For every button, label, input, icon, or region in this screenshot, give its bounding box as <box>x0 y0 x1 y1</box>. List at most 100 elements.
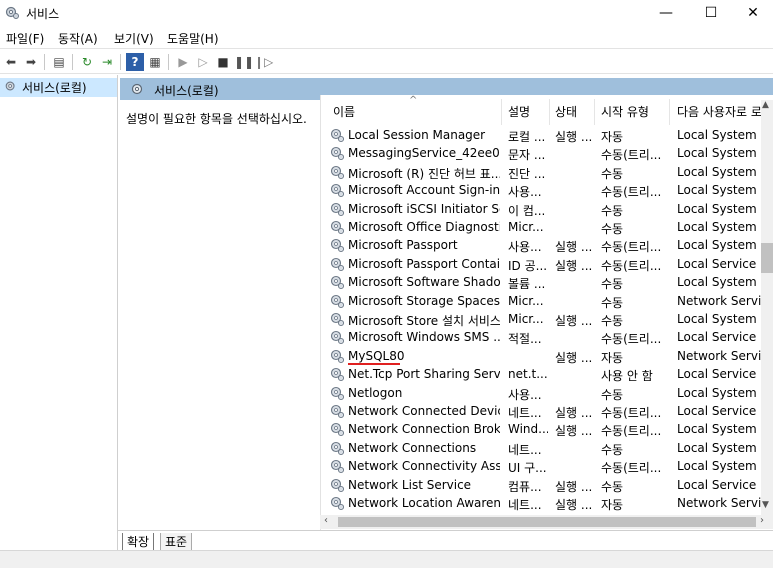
tab-standard[interactable]: 표준 <box>160 533 193 551</box>
service-startup-type: 수동(트리... <box>601 461 662 476</box>
service-row[interactable]: Network Connection Broker Wind... 실행 ... 수동… <box>321 420 761 438</box>
service-log-on-as: Local System <box>677 164 757 179</box>
window-title: 서비스 <box>26 7 60 21</box>
service-row[interactable]: Local Session Manager 로컬 ... 실행 ... 자동 Local… <box>321 126 761 144</box>
tab-extended[interactable]: 확장 <box>122 533 155 551</box>
service-gear-icon <box>330 331 345 345</box>
restart-service-icon[interactable]: ❙▷ <box>254 53 273 71</box>
service-startup-type: 수동(트리... <box>601 258 662 273</box>
scroll-down-icon[interactable]: ▼ <box>762 500 769 510</box>
minimize-button[interactable]: — <box>643 0 689 26</box>
service-name: Microsoft Store 설치 서비스 <box>348 314 500 328</box>
service-name: Netlogon <box>348 385 403 400</box>
service-row[interactable]: Microsoft Store 설치 서비스 Micr... 실행 ... 수동 Loc… <box>321 310 761 328</box>
service-gear-icon <box>330 239 345 253</box>
service-description: 이 컴... <box>508 203 546 218</box>
service-log-on-as: Local System <box>677 422 757 437</box>
service-log-on-as: Network Service <box>677 293 763 308</box>
service-row[interactable]: Network Connections 네트... 수동 Local System <box>321 439 761 457</box>
close-button[interactable]: ✕ <box>730 0 773 26</box>
services-gear-icon <box>131 83 143 95</box>
scroll-right-icon[interactable]: › <box>760 515 764 526</box>
horizontal-scrollbar[interactable]: ‹ › <box>320 515 773 529</box>
service-row[interactable]: Microsoft Software Shado... 볼륨 ... 수동 Local… <box>321 273 761 291</box>
column-separator[interactable] <box>549 99 550 125</box>
service-startup-type: 자동 <box>601 350 624 365</box>
service-gear-icon <box>330 441 345 455</box>
service-log-on-as: Local System <box>677 183 757 198</box>
service-name: Network Connected Device... <box>348 404 500 418</box>
export-list-icon[interactable]: ⇥ <box>98 53 116 71</box>
column-header-status[interactable]: 상태 <box>555 97 577 127</box>
service-row[interactable]: Netlogon 사용... 수동 Local System <box>321 384 761 402</box>
menu-action[interactable]: 동작(A) <box>58 30 98 47</box>
start-service-icon[interactable]: ▶ <box>174 53 192 71</box>
column-separator[interactable] <box>669 99 670 125</box>
tree-item-services-local[interactable]: 서비스(로컬) <box>0 78 117 97</box>
service-row[interactable]: Net.Tcp Port Sharing Service net.t... 사용 안… <box>321 365 761 383</box>
toolbar-separator <box>44 54 45 70</box>
service-row[interactable]: MySQL80 실행 ... 자동 Network Service <box>321 347 763 365</box>
service-row[interactable]: Microsoft Windows SMS ... 적절... 수동(트리... Lo… <box>321 328 761 346</box>
column-separator[interactable] <box>501 99 502 125</box>
maximize-button[interactable]: ☐ <box>688 0 734 26</box>
service-row[interactable]: Network Connectivity Assis... UI 구... 수동(트… <box>321 457 761 475</box>
column-header-description[interactable]: 설명 <box>508 97 530 127</box>
status-bar <box>0 550 773 568</box>
vertical-scrollbar[interactable]: ▲ ▼ <box>761 100 773 515</box>
refresh-icon[interactable]: ↻ <box>78 53 96 71</box>
service-row[interactable]: Network Location Awareness 네트... 실행 ... 자동 N… <box>321 494 763 512</box>
back-arrow-icon[interactable]: ⬅ <box>2 53 20 71</box>
service-row[interactable]: Microsoft Storage Spaces ... Micr... 수동 Net… <box>321 292 763 310</box>
help-icon[interactable]: ? <box>126 53 144 71</box>
column-header-log-on-as[interactable]: 다음 사용자로 로 <box>677 97 761 127</box>
horizontal-scroll-thumb[interactable] <box>338 517 756 527</box>
pause-service-icon[interactable]: ❚❚ <box>234 53 254 71</box>
service-row[interactable]: Microsoft (R) 진단 허브 표... 진단 ... 수동 Local Sy… <box>321 163 761 181</box>
vertical-scroll-thumb[interactable] <box>761 243 773 273</box>
service-gear-icon <box>330 202 345 216</box>
scroll-up-icon[interactable]: ▲ <box>762 100 769 110</box>
service-row[interactable]: Microsoft Account Sign-in ... 사용... 수동(트리.… <box>321 181 761 199</box>
column-separator[interactable] <box>594 99 595 125</box>
menu-view[interactable]: 보기(V) <box>114 30 154 47</box>
service-startup-type: 수동 <box>601 314 624 328</box>
service-gear-icon <box>330 184 345 198</box>
service-row[interactable]: Microsoft Passport Container ID 공... 실행 ..… <box>321 255 761 273</box>
show-hide-tree-icon[interactable]: ▤ <box>50 53 68 71</box>
services-gear-icon <box>5 81 15 91</box>
service-startup-type: 수동(트리... <box>601 148 662 163</box>
scroll-left-icon[interactable]: ‹ <box>324 515 328 526</box>
service-log-on-as: Local System <box>677 146 757 161</box>
service-gear-icon <box>330 386 345 400</box>
service-status: 실행 ... <box>555 130 593 144</box>
properties-icon[interactable]: ▦ <box>146 53 164 71</box>
service-startup-type: 수동 <box>601 387 624 402</box>
description-text: 설명이 필요한 항목을 선택하십시오. <box>126 112 307 126</box>
sort-ascending-icon: ^ <box>409 95 418 106</box>
column-header-name[interactable]: 이름 <box>333 97 355 127</box>
service-startup-type: 수동 <box>601 277 624 292</box>
service-row[interactable]: Microsoft iSCSI Initiator Se... 이 컴... 수동 L… <box>321 200 761 218</box>
service-description: 컴퓨... <box>508 479 542 494</box>
service-name: Network Connections <box>348 440 477 455</box>
service-gear-icon <box>330 165 345 179</box>
service-name: MessagingService_42ee0 <box>348 146 500 161</box>
forward-arrow-icon[interactable]: ➡ <box>22 53 40 71</box>
service-log-on-as: Local Service <box>677 367 757 382</box>
menu-file[interactable]: 파일(F) <box>6 30 44 47</box>
service-row[interactable]: Network Connected Device... 네트... 실행 ... 수동… <box>321 402 761 420</box>
service-name: Local Session Manager <box>348 128 486 142</box>
service-row[interactable]: Microsoft Passport 사용... 실행 ... 수동(트리... Loc… <box>321 236 761 254</box>
service-status: 실행 ... <box>555 240 593 255</box>
service-row[interactable]: Network List Service 컴퓨... 실행 ... 수동 Local S… <box>321 476 761 494</box>
stop-service-icon[interactable]: ■ <box>214 53 232 71</box>
service-row[interactable]: Microsoft Office Diagnosti... Micr... 수동 Lo… <box>321 218 761 236</box>
column-header-startup-type[interactable]: 시작 유형 <box>601 97 649 127</box>
start-service-alt-icon[interactable]: ▷ <box>194 53 212 71</box>
view-tabs: 확장 표준 <box>118 530 773 551</box>
service-startup-type: 수동(트리... <box>601 424 662 439</box>
menu-help[interactable]: 도움말(H) <box>167 30 219 47</box>
service-row[interactable]: MessagingService_42ee0 문자 ... 수동(트리... Loca… <box>321 144 761 162</box>
toolbar: ⬅ ➡ ▤ ↻ ⇥ ? ▦ ▶ ▷ ■ ❚❚ ❙▷ <box>0 48 773 74</box>
